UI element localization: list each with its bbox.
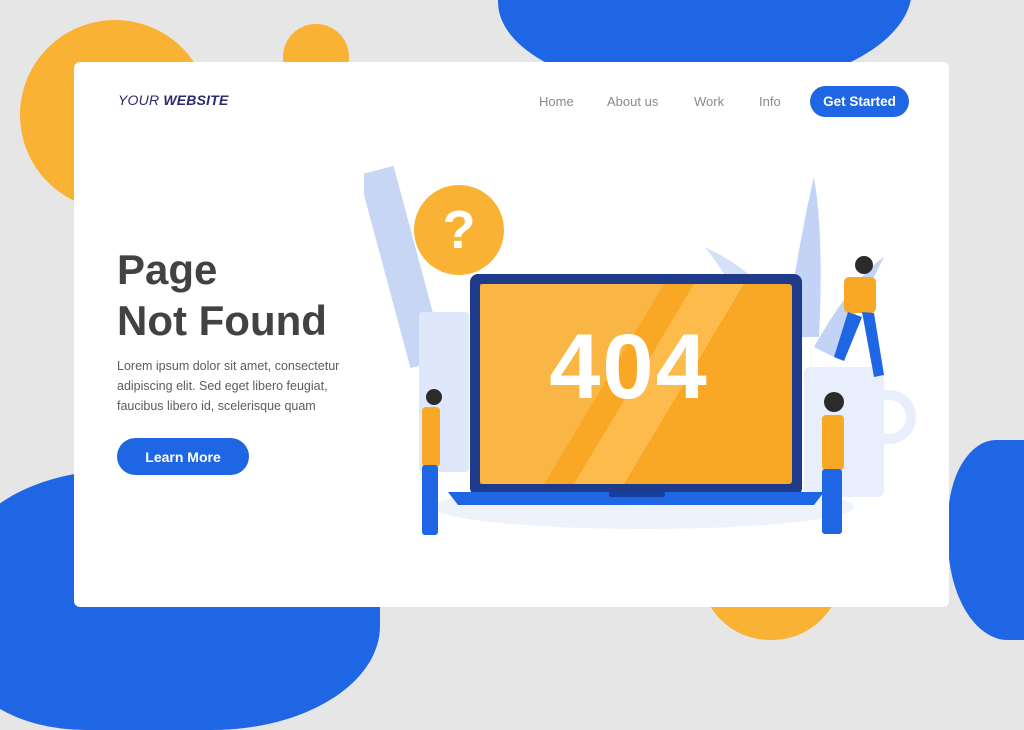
page-title: Page Not Found bbox=[117, 244, 327, 346]
error-illustration: ? 404 bbox=[358, 157, 924, 567]
person-shirt bbox=[844, 277, 876, 313]
laptop-notch bbox=[609, 492, 665, 497]
error-code: 404 bbox=[549, 316, 709, 418]
get-started-button[interactable]: Get Started bbox=[810, 86, 909, 117]
nav-work[interactable]: Work bbox=[694, 94, 724, 109]
background-blob-blue-right bbox=[948, 440, 1024, 640]
learn-more-button[interactable]: Learn More bbox=[117, 438, 249, 475]
nav-about-us[interactable]: About us bbox=[607, 94, 658, 109]
page-title-line-1: Page bbox=[117, 246, 218, 293]
person-head bbox=[824, 392, 844, 412]
landing-card: YOUR WEBSITE Home About us Work Info Get… bbox=[74, 62, 949, 607]
person-pants bbox=[822, 469, 842, 534]
person-shirt bbox=[422, 407, 440, 467]
person-pants bbox=[422, 465, 438, 535]
site-logo[interactable]: YOUR WEBSITE bbox=[118, 92, 229, 108]
logo-bold: WEBSITE bbox=[163, 92, 229, 108]
person-shirt bbox=[822, 415, 844, 470]
question-mark-icon: ? bbox=[414, 185, 504, 275]
person-head bbox=[855, 256, 873, 274]
page-description: Lorem ipsum dolor sit amet, consectetur … bbox=[117, 359, 340, 413]
logo-prefix: YOUR bbox=[118, 92, 160, 108]
nav-info[interactable]: Info bbox=[759, 94, 781, 109]
person-head bbox=[426, 389, 442, 405]
page-title-line-2: Not Found bbox=[117, 297, 327, 344]
nav-home[interactable]: Home bbox=[539, 94, 574, 109]
